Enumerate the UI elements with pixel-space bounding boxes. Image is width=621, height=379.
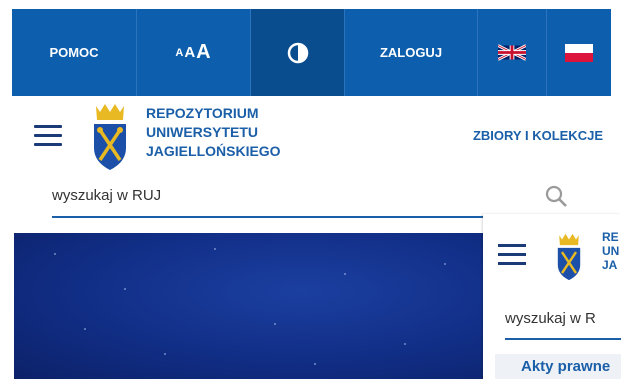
menu-icon[interactable] [34,125,62,146]
login-button[interactable]: ZALOGUJ [345,9,478,96]
overlay-menu-icon[interactable] [498,244,526,265]
overlay-search-bar [505,310,621,340]
overlay-nav-label: Akty prawne [521,358,611,375]
font-size-large[interactable]: A [196,41,211,64]
language-en-button[interactable] [478,9,547,96]
search-icon[interactable] [544,184,568,208]
contrast-icon [287,42,308,63]
font-size-small[interactable]: A [175,47,184,59]
contrast-button[interactable] [251,9,345,96]
collections-link[interactable]: ZBIORY I KOLEKCJE [473,128,603,143]
site-header: REPOZYTORIUM UNIWERSYTETU JAGIELLOŃSKIEG… [12,96,611,176]
font-size-medium[interactable]: A [184,44,196,61]
overlay-search-input[interactable] [505,310,621,327]
help-button[interactable]: POMOC [12,9,137,96]
top-toolbar: POMOC AAA ZALOGUJ [12,9,611,96]
font-size-control[interactable]: AAA [137,9,251,96]
overlay-crest-icon [557,233,581,281]
repository-name-line2: UNIWERSYTETU [146,124,258,140]
overlay-name-line3: JA [602,258,618,272]
overlay-header-panel: RE UN JA Akty prawne [483,214,621,379]
overlay-name-line2: UN [602,244,620,258]
overlay-name-line1: RE [602,230,619,244]
repository-name-line3: JAGIELLOŃSKIEGO [146,143,281,159]
search-input[interactable] [52,180,512,210]
uk-flag-icon [498,44,526,61]
language-pl-button[interactable] [547,9,611,96]
university-crest-icon [94,104,126,170]
pl-flag-icon [565,43,593,62]
repository-name[interactable]: REPOZYTORIUM UNIWERSYTETU JAGIELLOŃSKIEG… [146,104,281,161]
search-bar [52,180,576,218]
overlay-nav-item[interactable]: Akty prawne [495,354,621,379]
hero-banner [14,233,494,379]
repository-name-line1: REPOZYTORIUM [146,105,259,121]
overlay-repository-name[interactable]: RE UN JA [602,230,619,272]
